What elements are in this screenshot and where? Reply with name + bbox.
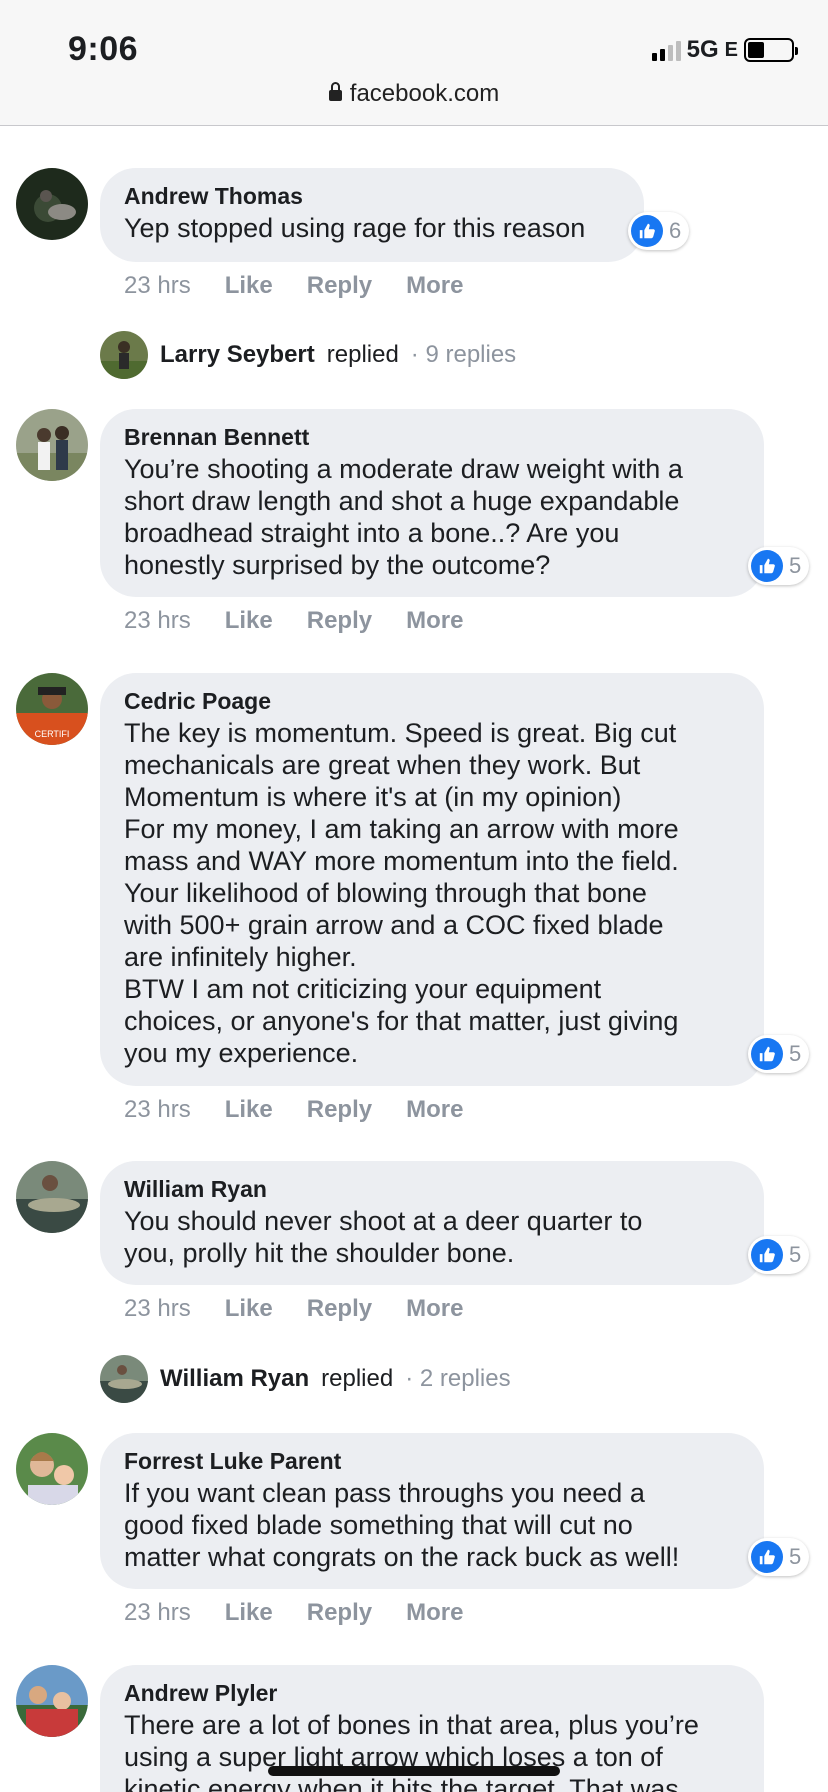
signal-icon <box>651 39 681 61</box>
comment-text: The key is momentum. Speed is great. Big… <box>124 718 679 1068</box>
thumbs-up-icon <box>751 1038 783 1070</box>
view-replies-link[interactable]: Larry Seybert replied · 9 replies <box>100 331 516 379</box>
comment-bubble: Andrew Thomas Yep stopped using rage for… <box>100 168 644 262</box>
thumbs-up-icon <box>751 550 783 582</box>
comment-timestamp[interactable]: 23 hrs <box>124 272 191 300</box>
avatar[interactable] <box>16 1433 88 1505</box>
reply-count: · 9 replies <box>410 341 517 368</box>
lock-icon <box>328 82 342 101</box>
reply-author: Larry Seybert <box>160 341 315 368</box>
reaction-badge[interactable]: 5 <box>748 1035 810 1073</box>
more-button[interactable]: More <box>406 1599 463 1627</box>
comment-text: If you want clean pass throughs you need… <box>124 1478 680 1572</box>
more-button[interactable]: More <box>406 607 463 635</box>
thumbs-up-icon <box>751 1239 783 1271</box>
like-button[interactable]: Like <box>225 1599 273 1627</box>
comment-author[interactable]: William Ryan <box>124 1173 740 1205</box>
battery-icon <box>744 38 798 62</box>
reaction-badge[interactable]: 6 <box>628 212 690 250</box>
view-replies-link[interactable]: William Ryan replied · 2 replies <box>100 1355 511 1403</box>
avatar[interactable] <box>16 168 88 240</box>
reply-button[interactable]: Reply <box>307 1599 372 1627</box>
network-type: 5G <box>686 36 719 63</box>
reaction-count: 5 <box>789 1242 802 1267</box>
home-indicator[interactable] <box>268 1766 560 1776</box>
reaction-count: 6 <box>669 218 682 243</box>
like-button[interactable]: Like <box>225 1096 273 1124</box>
comment-author[interactable]: Cedric Poage <box>124 685 740 717</box>
address-bar[interactable]: facebook.com <box>0 80 828 108</box>
comment-actions: 23 hrs Like Reply More <box>124 1599 497 1627</box>
comment-timestamp[interactable]: 23 hrs <box>124 607 191 635</box>
avatar <box>100 331 148 379</box>
avatar <box>100 1355 148 1403</box>
comment-bubble: Cedric Poage The key is momentum. Speed … <box>100 673 764 1086</box>
avatar[interactable] <box>16 409 88 481</box>
avatar[interactable]: CERTIFI <box>16 673 88 745</box>
reaction-count: 5 <box>789 553 802 578</box>
comment-bubble: Forrest Luke Parent If you want clean pa… <box>100 1433 764 1589</box>
reply-button[interactable]: Reply <box>307 607 372 635</box>
reply-verb: replied <box>321 1365 394 1392</box>
like-button[interactable]: Like <box>225 607 273 635</box>
reply-author: William Ryan <box>160 1365 310 1392</box>
comment-text: You’re shooting a moderate draw weight w… <box>124 454 683 580</box>
reaction-count: 5 <box>789 1041 802 1066</box>
thumbs-up-icon <box>751 1541 783 1573</box>
comment-actions: 23 hrs Like Reply More <box>124 272 497 300</box>
avatar[interactable] <box>16 1665 88 1737</box>
reaction-badge[interactable]: 5 <box>748 547 810 585</box>
comment-author[interactable]: Forrest Luke Parent <box>124 1445 740 1477</box>
more-button[interactable]: More <box>406 1295 463 1323</box>
reply-count: · 2 replies <box>405 1365 511 1392</box>
reply-button[interactable]: Reply <box>307 272 372 300</box>
reaction-badge[interactable]: 5 <box>748 1236 810 1274</box>
thumbs-up-icon <box>631 215 663 247</box>
comment-text: There are a lot of bones in that area, p… <box>124 1710 699 1792</box>
like-button[interactable]: Like <box>225 272 273 300</box>
comment-actions: 23 hrs Like Reply More <box>124 1295 497 1323</box>
avatar[interactable] <box>16 1161 88 1233</box>
reaction-badge[interactable]: 5 <box>748 1538 810 1576</box>
reply-button[interactable]: Reply <box>307 1295 372 1323</box>
comment-bubble: William Ryan You should never shoot at a… <box>100 1161 764 1285</box>
comment-timestamp[interactable]: 23 hrs <box>124 1096 191 1124</box>
comment-timestamp[interactable]: 23 hrs <box>124 1599 191 1627</box>
like-button[interactable]: Like <box>225 1295 273 1323</box>
browser-top-bar: 9:06 5G E facebook.com <box>0 0 828 126</box>
comment-actions: 23 hrs Like Reply More <box>124 1096 497 1124</box>
comment-actions: 23 hrs Like Reply More <box>124 607 497 635</box>
comment-author[interactable]: Andrew Plyler <box>124 1677 740 1709</box>
comment-text: You should never shoot at a deer quarter… <box>124 1206 643 1268</box>
comment-bubble: Brennan Bennett You’re shooting a modera… <box>100 409 764 597</box>
comment-text: Yep stopped using rage for this reason <box>124 213 586 243</box>
reply-button[interactable]: Reply <box>307 1096 372 1124</box>
url-text: facebook.com <box>349 80 500 107</box>
reply-verb: replied <box>326 341 399 368</box>
svg-text:CERTIFI: CERTIFI <box>35 729 70 739</box>
network-suffix: E <box>724 38 738 61</box>
comment-author[interactable]: Brennan Bennett <box>124 421 740 453</box>
comment-timestamp[interactable]: 23 hrs <box>124 1295 191 1323</box>
comment-author[interactable]: Andrew Thomas <box>124 180 620 212</box>
status-indicators: 5G E <box>651 36 798 64</box>
more-button[interactable]: More <box>406 272 463 300</box>
more-button[interactable]: More <box>406 1096 463 1124</box>
reaction-count: 5 <box>789 1544 802 1569</box>
status-time: 9:06 <box>68 30 139 68</box>
